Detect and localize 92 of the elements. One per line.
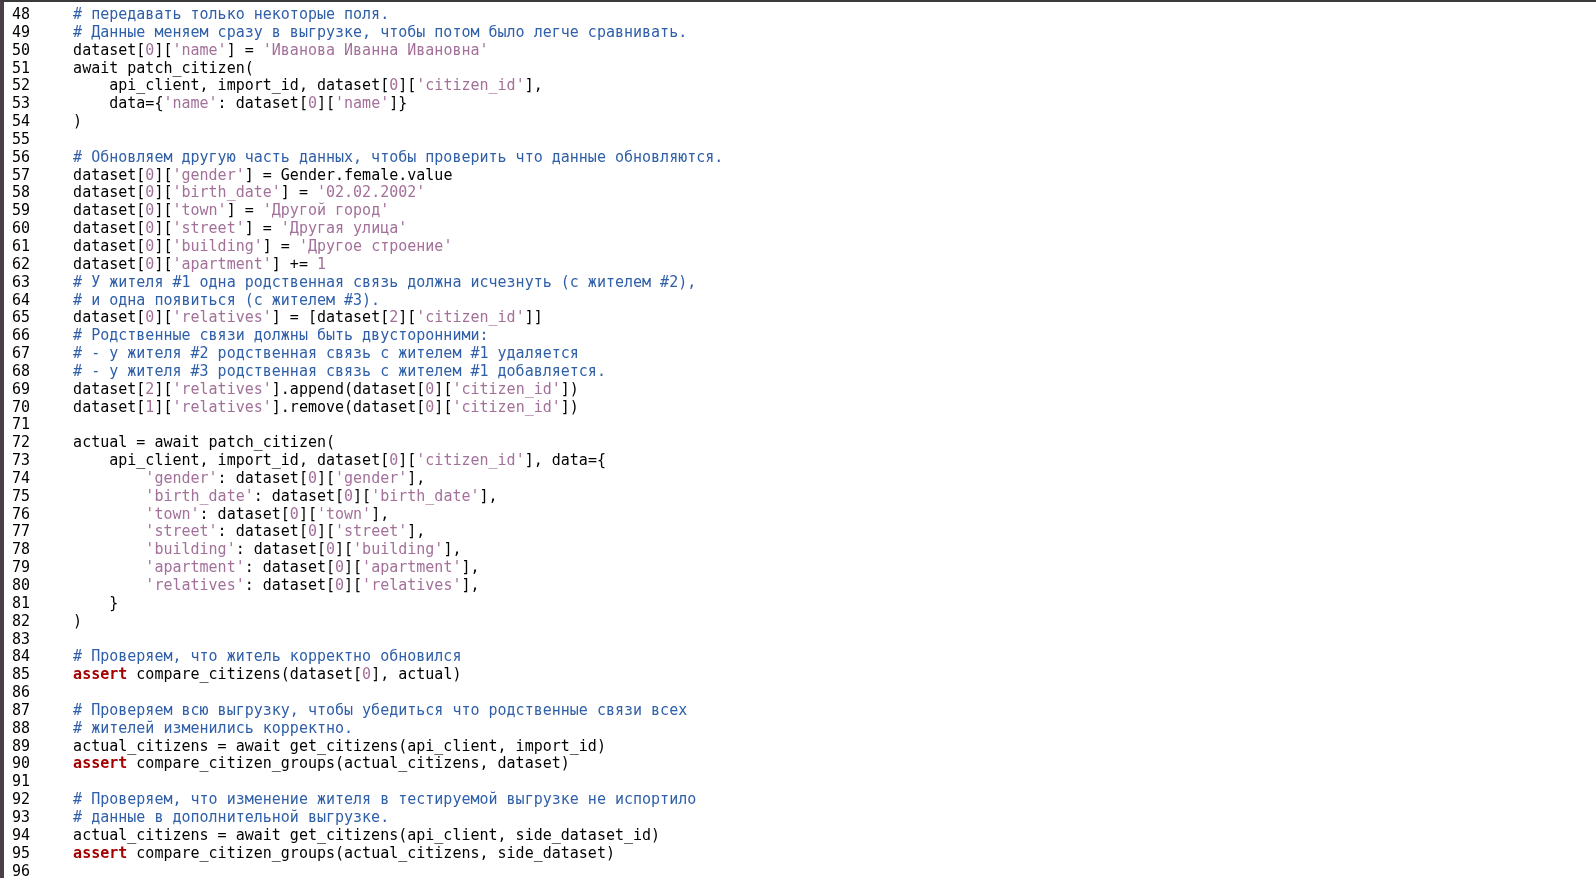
code-line: data={'name': dataset[0]['name']}: [109, 95, 408, 114]
line-number: 58: [11, 184, 32, 203]
line-number: 79: [11, 559, 32, 577]
line-number: 67: [11, 345, 32, 363]
code-line: actual_citizens = await get_citizens(api_client, side_dataset_id): [73, 826, 661, 845]
line-number: 92: [11, 791, 32, 809]
line-number: 94: [11, 826, 32, 845]
code-line: # Проверяем, что житель корректно обновился: [73, 648, 462, 667]
line-number: 51: [11, 59, 32, 78]
code-line: ): [73, 612, 83, 631]
code-line: dataset[0]['relatives'] = [dataset[2]['citizen_id']]: [73, 309, 543, 328]
line-number: 57: [11, 166, 32, 185]
line-number: 89: [11, 737, 32, 756]
line-number: 65: [11, 309, 32, 328]
line-number: 66: [11, 327, 32, 346]
code-line: dataset[0]['apartment'] += 1: [73, 255, 326, 274]
line-number: 56: [11, 148, 32, 167]
code-line: dataset[1]['relatives'].remove(dataset[0]['citizen_id']): [73, 398, 579, 417]
line-number: 91: [11, 773, 32, 792]
code-line: ): [73, 113, 83, 131]
line-number: 80: [11, 577, 32, 595]
code-line: 'town': dataset[0]['town'],: [145, 505, 390, 524]
code-line: 'apartment': dataset[0]['apartment'],: [145, 559, 480, 577]
code-line: # передавать только некоторые поля.: [73, 6, 390, 24]
code-line: api_client, import_id, dataset[0]['citizen_id'], data={: [109, 452, 606, 470]
code-line: 'gender': dataset[0]['gender'],: [145, 469, 426, 488]
line-number: 81: [11, 594, 32, 613]
code-line: 'relatives': dataset[0]['relatives'],: [145, 577, 480, 595]
code-line: actual = await patch_citizen(: [73, 434, 335, 453]
line-number: 52: [11, 77, 32, 96]
code-line: 'building': dataset[0]['building'],: [145, 541, 462, 560]
code-line: await patch_citizen(: [73, 59, 254, 78]
line-number: 70: [11, 398, 32, 417]
line-number: 61: [11, 237, 32, 256]
code-line: dataset[0]['town'] = 'Другой город': [73, 202, 390, 221]
line-number: 87: [11, 701, 32, 720]
line-number: 54: [11, 113, 32, 131]
code-line: # Обновляем другую часть данных, чтобы проверить что данные обновляются.: [73, 148, 724, 167]
code-line: dataset[0]['gender'] = Gender.female.value: [73, 166, 453, 185]
line-number: 49: [11, 23, 32, 42]
line-number: 69: [11, 380, 32, 399]
line-number: 78: [11, 541, 32, 560]
line-number: 63: [11, 273, 32, 292]
code-line: # Данные меняем сразу в выгрузке, чтобы потом было легче сравнивать.: [73, 23, 688, 42]
line-number: 75: [11, 487, 32, 506]
code-line: 'street': dataset[0]['street'],: [145, 523, 426, 542]
line-number: 95: [11, 844, 32, 863]
line-number: 53: [11, 95, 32, 114]
line-number: 72: [11, 434, 32, 453]
code-line: assert compare_citizen_groups(actual_citizens, side_dataset): [73, 844, 615, 863]
code-line: # - у жителя #3 родственная связь с жителем #1 добавляется.: [73, 362, 606, 381]
line-number: 85: [11, 666, 32, 685]
line-number: 68: [11, 362, 32, 381]
line-number: 50: [11, 41, 32, 60]
line-number: 60: [11, 220, 32, 238]
code-line: dataset[0]['building'] = 'Другое строение': [73, 237, 453, 256]
code-line: # и одна появиться (с жителем #3).: [73, 291, 381, 310]
line-number: 84: [11, 648, 32, 667]
code-line: # Родственные связи должны быть двусторонними:: [73, 327, 489, 346]
code-line: # жителей изменились корректно.: [73, 719, 354, 738]
line-number: 82: [11, 612, 32, 631]
line-number: 59: [11, 202, 32, 221]
code-line: actual_citizens = await get_citizens(api_client, import_id): [73, 737, 606, 756]
line-number: 74: [11, 469, 32, 488]
code-line: # - у жителя #2 родственная связь с жителем #1 удаляется: [73, 345, 579, 363]
line-number: 93: [11, 808, 32, 827]
code-line: dataset[0]['birth_date'] = '02.02.2002': [73, 184, 426, 202]
code-line: 'birth_date': dataset[0]['birth_date'],: [145, 487, 498, 506]
line-number: 90: [11, 755, 32, 774]
line-number: 76: [11, 505, 32, 524]
code-line: # У жителя #1 одна родственная связь должна исчезнуть (с жителем #2),: [73, 273, 697, 292]
code-line: dataset[0]['name'] = 'Иванова Иванна Ивановна': [73, 41, 489, 60]
code-line: dataset[2]['relatives'].append(dataset[0]['citizen_id']): [73, 380, 579, 399]
line-number: 86: [11, 684, 32, 702]
line-number: 96: [11, 862, 32, 878]
code-line: # данные в дополнительной выгрузке.: [73, 808, 390, 827]
line-number: 62: [11, 255, 32, 274]
line-number: 83: [11, 630, 32, 649]
line-number: 55: [11, 130, 32, 149]
line-number: 77: [11, 523, 32, 542]
line-number: 88: [11, 719, 32, 738]
line-number: 71: [11, 416, 32, 435]
line-number: 73: [11, 452, 32, 470]
code-line: }: [109, 594, 119, 613]
line-number: 48: [11, 6, 32, 24]
code-line: dataset[0]['street'] = 'Другая улица': [73, 220, 408, 238]
code-line: api_client, import_id, dataset[0]['citizen_id'],: [109, 77, 543, 96]
line-number: 64: [11, 291, 32, 310]
code-line: assert compare_citizens(dataset[0], actual): [73, 666, 462, 685]
code-line: # Проверяем всю выгрузку, чтобы убедиться что родственные связи всех: [73, 701, 688, 720]
code-line: # Проверяем, что изменение жителя в тестируемой выгрузке не испортило: [73, 791, 697, 809]
code-line: assert compare_citizen_groups(actual_citizens, dataset): [73, 755, 570, 774]
